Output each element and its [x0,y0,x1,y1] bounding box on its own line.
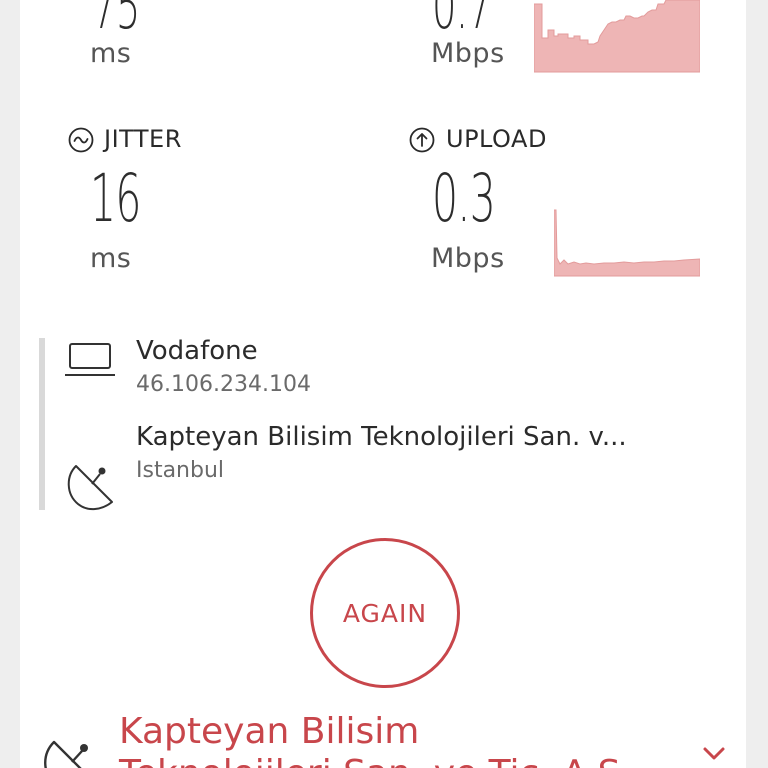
upload-sparkline [554,209,700,277]
upload-value: 0.3 [432,160,496,237]
download-sparkline [534,0,700,73]
jitter-value: 16 [90,160,141,237]
server-selector-title[interactable]: Kapteyan Bilisim [119,710,419,754]
isp-ip: 46.106.234.104 [136,372,311,397]
ping-value: 75 [92,0,140,43]
jitter-icon [68,127,94,153]
connection-divider [39,338,45,510]
chevron-down-icon[interactable] [702,746,726,762]
upload-icon [409,127,435,153]
upload-unit: Mbps [431,243,505,274]
isp-name: Vodafone [136,336,258,366]
results-card: 75 ms 0.7 Mbps JITTER 16 ms UPLOAD 0.3 M… [20,0,746,768]
server-selector-subtitle[interactable]: Teknolojileri San. ve Tic. A.Ş. [119,752,632,768]
again-button-label: AGAIN [342,598,428,628]
download-sparkline-area [534,0,700,73]
upload-label: UPLOAD [446,125,547,153]
download-value: 0.7 [432,0,492,43]
server-city: Istanbul [136,458,225,483]
laptop-icon [65,343,115,376]
server-name: Kapteyan Bilisim Teknolojileri San. v... [136,422,627,452]
server-selector-dish-icon [44,740,88,768]
upload-sparkline-area [554,209,700,277]
ping-unit: ms [90,38,132,69]
download-unit: Mbps [431,38,505,69]
jitter-unit: ms [90,243,132,274]
jitter-label: JITTER [104,125,182,153]
satellite-dish-icon [67,465,113,510]
again-button[interactable]: AGAIN [310,538,460,688]
